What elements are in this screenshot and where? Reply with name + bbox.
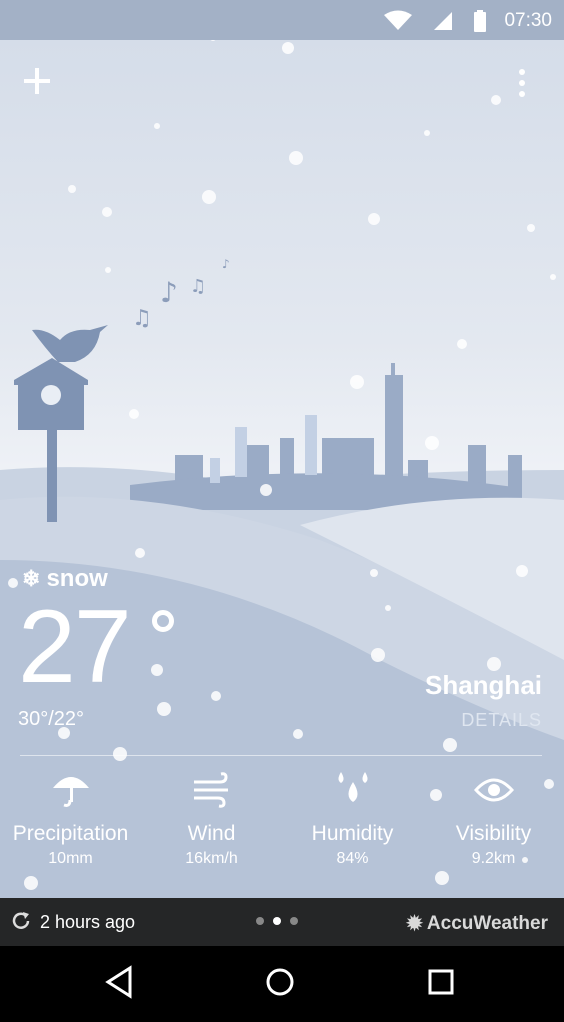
details-button[interactable]: DETAILS <box>461 710 542 731</box>
status-bar: 07:30 <box>0 0 564 40</box>
bird-icon <box>32 325 108 362</box>
city-skyline-icon <box>130 363 522 510</box>
more-options-button[interactable] <box>516 68 528 104</box>
wifi-icon <box>384 10 412 30</box>
svg-text:♪: ♪ <box>160 276 178 309</box>
add-location-button[interactable] <box>24 64 50 100</box>
metric-value: 10mm <box>48 850 93 867</box>
metric-precipitation: Precipitation 10mm <box>0 768 141 868</box>
svg-text:♫: ♫ <box>132 306 152 331</box>
high-low-temperature: 30°/22° <box>18 708 85 730</box>
recents-icon <box>428 969 454 995</box>
refresh-icon <box>12 912 30 929</box>
city-name[interactable]: Shanghai <box>425 670 542 701</box>
metric-label: Humidity <box>311 822 394 845</box>
metric-label: Wind <box>187 822 236 845</box>
home-button[interactable] <box>264 964 296 1005</box>
metric-value: 84% <box>336 850 369 867</box>
accuweather-logo[interactable]: ✹ AccuWeather <box>406 911 548 936</box>
navigation-bar <box>0 946 564 1022</box>
svg-text:♫: ♫ <box>190 276 206 297</box>
wind-icon <box>193 772 228 808</box>
more-vert-icon <box>519 69 525 97</box>
umbrella-icon <box>52 777 89 807</box>
battery-icon <box>474 10 486 32</box>
back-icon <box>105 965 132 999</box>
status-time: 07:30 <box>504 10 552 31</box>
divider <box>20 755 542 756</box>
page-indicator <box>256 917 298 925</box>
plus-icon <box>24 68 50 94</box>
refresh-button[interactable] <box>10 910 32 937</box>
page-dot-active[interactable] <box>273 917 281 925</box>
metric-label: Visibility <box>455 822 532 845</box>
metric-value: 16km/h <box>185 850 238 867</box>
svg-text:♪: ♪ <box>222 257 230 271</box>
droplets-icon <box>338 772 367 802</box>
back-button[interactable] <box>104 964 134 1005</box>
metric-label: Precipitation <box>12 822 129 845</box>
weather-scene: ♫ ♪ ♫ ♪ ❄ snow 27 30°/22° Shanghai DETAI… <box>0 40 564 898</box>
degree-symbol <box>152 610 174 632</box>
sun-icon: ✹ <box>406 913 423 935</box>
metric-value: 9.2km <box>471 850 516 867</box>
metric-wind: Wind 16km/h <box>141 768 282 868</box>
home-icon <box>266 968 294 996</box>
music-notes-icon: ♫ ♪ ♫ ♪ <box>132 257 230 331</box>
last-updated: 2 hours ago <box>40 912 136 932</box>
weather-metrics: Precipitation 10mm Wind 16km/h Humidity … <box>0 768 564 868</box>
eye-icon <box>473 778 514 802</box>
signal-icon <box>434 12 452 30</box>
current-temperature: 27 <box>18 589 132 705</box>
page-dot[interactable] <box>256 917 264 925</box>
page-dot[interactable] <box>290 917 298 925</box>
recents-button[interactable] <box>426 964 456 1005</box>
metric-humidity: Humidity 84% <box>282 768 423 868</box>
brand-label: AccuWeather <box>426 912 548 934</box>
metric-visibility: Visibility 9.2km <box>423 768 564 868</box>
footer-bar: 2 hours ago ✹ AccuWeather <box>0 898 564 946</box>
